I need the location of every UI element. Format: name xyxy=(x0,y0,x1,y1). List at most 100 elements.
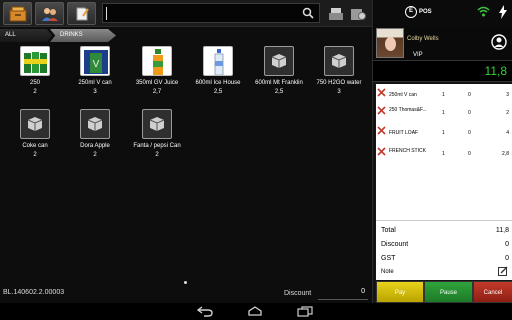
product-name: 250 xyxy=(29,80,40,86)
remove-item-icon[interactable] xyxy=(377,88,386,97)
summary-total-value: 11,8 xyxy=(495,227,509,234)
order-item-qty: 1 xyxy=(442,92,445,98)
page-indicator xyxy=(184,281,187,284)
svg-text:V: V xyxy=(93,59,100,70)
product-thumbnail xyxy=(142,46,172,76)
product-box-icon xyxy=(149,117,165,131)
product-name: Coke can xyxy=(22,143,48,149)
home-icon[interactable] xyxy=(247,306,263,317)
settings-button[interactable] xyxy=(348,2,368,25)
product-tile[interactable]: Dora Apple 2 xyxy=(64,109,126,158)
order-list: 250ml V can 1 0 3 250 Thomas&F... 1 0 2 … xyxy=(376,84,512,220)
app-logo: E POS xyxy=(405,6,432,18)
summary-discount-label: Discount xyxy=(381,241,409,248)
product-tile[interactable]: 600ml Mt Franklin 2,5 xyxy=(248,46,310,95)
product-price: 3 xyxy=(337,89,341,95)
pause-button[interactable]: Pause xyxy=(424,281,473,303)
order-row[interactable]: 250 Thomas&F... 1 0 2 xyxy=(376,106,512,126)
water-bottle-image xyxy=(214,49,224,75)
user-profile-icon[interactable] xyxy=(491,34,507,50)
cancel-button[interactable]: Cancel xyxy=(473,281,512,303)
product-tile[interactable]: 250 2 xyxy=(4,46,66,95)
notes-button[interactable] xyxy=(67,2,96,25)
cash-drawer-icon xyxy=(9,6,26,21)
product-tile[interactable]: Coke can 2 xyxy=(4,109,66,158)
search-icon[interactable] xyxy=(302,7,314,19)
discount-value: 0 xyxy=(361,288,365,295)
cash-drawer-button[interactable] xyxy=(3,2,32,25)
product-name: 350ml GV Juice xyxy=(135,80,179,86)
product-name: 750 H2GO water xyxy=(316,80,362,86)
order-item-discount: 0 xyxy=(468,151,471,157)
status-bar: E POS xyxy=(373,0,512,27)
remove-item-icon[interactable] xyxy=(377,106,386,115)
order-item-total: 4 xyxy=(506,130,509,136)
order-item-discount: 0 xyxy=(468,110,471,116)
can-image: V xyxy=(84,50,108,74)
product-tile[interactable]: 750 H2GO water 3 xyxy=(308,46,370,95)
product-tile[interactable]: 600ml Ice House 2,5 xyxy=(187,46,249,95)
order-item-total: 2 xyxy=(506,110,509,116)
top-toolbar xyxy=(0,0,372,27)
order-item-name: 250 Thomas&F... xyxy=(389,107,427,113)
summary-gst-value: 0 xyxy=(505,255,509,262)
order-item-discount: 0 xyxy=(468,130,471,136)
order-row[interactable]: FRENCH STICK 1 0 2,8 xyxy=(376,147,512,167)
order-item-name: FRUIT LOAF xyxy=(389,130,419,136)
order-item-qty: 1 xyxy=(442,130,445,136)
product-price: 2 xyxy=(155,152,159,158)
printer-button[interactable] xyxy=(326,2,346,25)
product-price: 2 xyxy=(33,152,37,158)
charging-icon xyxy=(499,5,507,19)
customer-card[interactable]: Colby Wells VIP xyxy=(373,27,512,60)
system-nav-bar xyxy=(0,303,512,320)
product-thumbnail xyxy=(324,46,354,76)
notes-icon xyxy=(76,7,89,20)
order-row[interactable]: 250ml V can 1 0 3 xyxy=(376,88,512,108)
remove-item-icon[interactable] xyxy=(377,126,386,135)
logo-text: POS xyxy=(419,9,432,15)
product-price: 2,5 xyxy=(213,89,223,95)
product-tile[interactable]: 350ml GV Juice 2,7 xyxy=(126,46,188,95)
printer-icon xyxy=(329,7,343,20)
product-box-icon xyxy=(331,54,347,68)
customers-button[interactable] xyxy=(35,2,64,25)
summary-discount: Discount 0 xyxy=(381,241,509,248)
summary-note-label: Note xyxy=(381,269,394,275)
summary-note[interactable]: Note xyxy=(381,266,509,276)
product-thumbnail xyxy=(203,46,233,76)
discount-field[interactable]: 0 xyxy=(318,286,368,300)
summary-gst: GST 0 xyxy=(381,255,509,262)
order-item-total: 2,8 xyxy=(502,151,509,157)
order-item-discount: 0 xyxy=(468,92,471,98)
product-name: Dora Apple xyxy=(80,143,110,149)
order-pane: E POS Colby Wells VIP 11,8 250ml V can 1… xyxy=(372,0,512,320)
breadcrumb-drinks[interactable]: DRINKS xyxy=(50,29,116,42)
product-box-icon xyxy=(87,117,103,131)
product-price: 2,5 xyxy=(274,89,284,95)
product-price: 2,7 xyxy=(152,89,162,95)
cans-image xyxy=(24,52,47,73)
product-name: 250ml V can xyxy=(78,80,112,86)
order-row[interactable]: FRUIT LOAF 1 0 4 xyxy=(376,126,512,146)
product-price: 3 xyxy=(93,89,97,95)
pay-button[interactable]: Pay xyxy=(376,281,424,303)
remove-item-icon[interactable] xyxy=(377,147,386,156)
search-input[interactable] xyxy=(109,6,299,21)
summary-gst-label: GST xyxy=(381,255,396,262)
order-item-qty: 1 xyxy=(442,110,445,116)
recent-apps-icon[interactable] xyxy=(297,306,313,317)
customer-name: Colby Wells xyxy=(407,36,439,42)
product-thumbnail: V xyxy=(80,46,110,76)
order-total-bar: 11,8 xyxy=(373,60,512,82)
breadcrumb-all[interactable]: ALL xyxy=(0,29,52,42)
search-box[interactable] xyxy=(102,3,320,23)
product-tile[interactable]: V 250ml V can 3 xyxy=(64,46,126,95)
back-icon[interactable] xyxy=(197,306,213,317)
product-thumbnail xyxy=(20,109,50,139)
product-tile[interactable]: Fanta / pepsi Can 2 xyxy=(126,109,188,158)
settings-icon xyxy=(351,8,366,20)
text-cursor xyxy=(106,7,107,20)
order-actions: Pay Pause Cancel xyxy=(376,281,512,303)
edit-note-icon[interactable] xyxy=(498,266,508,276)
